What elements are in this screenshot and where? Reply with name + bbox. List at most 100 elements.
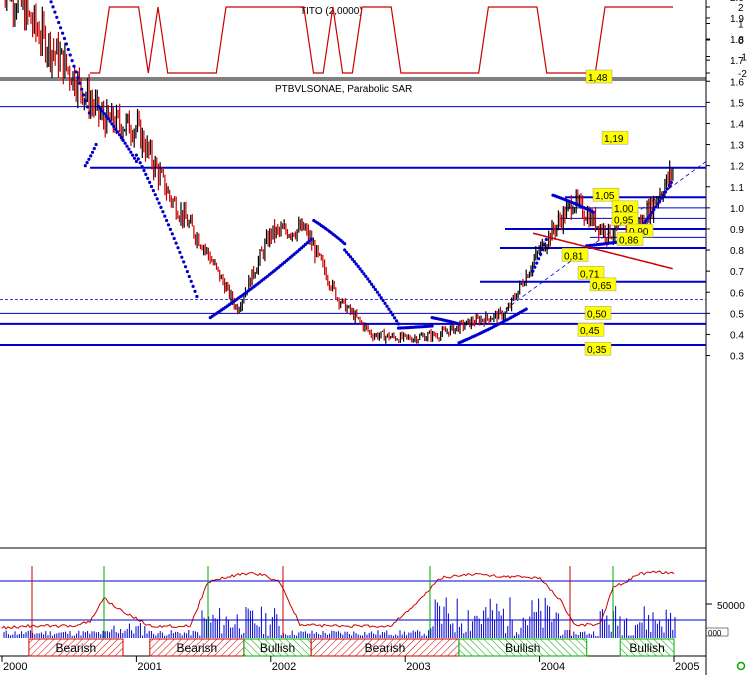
sar-dot: [83, 164, 87, 168]
ma-curve: [532, 232, 673, 270]
sar-dot: [112, 124, 116, 129]
sar-dot: [82, 93, 86, 97]
sar-dot: [117, 133, 122, 137]
sar-dot: [387, 307, 391, 311]
price-tick-label: 1.9: [730, 14, 744, 25]
sar-dot: [94, 142, 98, 147]
volume-bars: [3, 597, 676, 638]
sar-dot: [383, 301, 387, 305]
price-tick-label: 1.5: [730, 98, 744, 109]
level-label: 1,19: [604, 134, 624, 145]
chart-canvas: TITO (2,0000) 210-1-2 PTBVLSONAE, Parabo…: [0, 0, 747, 675]
sar-dot: [92, 146, 96, 151]
sar-dot: [591, 210, 596, 214]
sar-dot: [87, 157, 91, 161]
sar-dot: [180, 255, 184, 259]
tito-line: [90, 6, 673, 74]
volume-panel: Bearish Bearish Bullish Bearish Bullish Bulli…: [0, 566, 745, 657]
sar-dot: [66, 47, 70, 52]
sar-dot: [650, 210, 654, 215]
sar-dot: [57, 20, 61, 25]
sar-dot: [70, 59, 74, 63]
sar-dot: [366, 277, 370, 281]
price-tick-label: 0.4: [730, 330, 744, 341]
sar-dot: [377, 293, 381, 297]
sar-dot: [430, 324, 434, 328]
sar-dot: [343, 242, 347, 246]
sar-dot: [375, 290, 379, 294]
sar-dot: [90, 150, 95, 154]
sar-dot: [125, 144, 129, 148]
sar-dot: [159, 205, 163, 209]
price-tick-label: 0.9: [730, 225, 744, 236]
sar-dot: [134, 153, 138, 157]
sar-dot: [667, 184, 672, 188]
level-label: 1,05: [595, 191, 615, 202]
price-tick-label: 0.8: [730, 246, 744, 257]
price-tick-label: 1.8: [730, 35, 744, 46]
regime-label: Bullish: [505, 641, 540, 655]
sar-dot: [174, 241, 178, 245]
price-tick-label: 1.2: [730, 162, 744, 173]
regime-strip: Bearish Bearish Bullish Bearish Bullish Bulli…: [28, 638, 675, 657]
level-label: 0,35: [587, 345, 607, 356]
tito-tick-label: 2: [738, 3, 744, 14]
x-tick-label: 2004: [541, 661, 565, 673]
sar-dot: [49, 0, 53, 4]
sar-dot: [185, 270, 189, 274]
sar-dot: [370, 282, 374, 286]
sar-dot: [658, 199, 662, 203]
sar-dot: [127, 147, 131, 151]
sar-dot: [132, 156, 137, 160]
sar-dot: [371, 285, 376, 289]
sar-dot: [59, 26, 63, 30]
x-tick-label: 2002: [272, 661, 296, 673]
sar-dot: [656, 202, 660, 206]
sar-dot: [663, 190, 668, 194]
x-tick-label: 2003: [406, 661, 430, 673]
sar-dot: [385, 304, 389, 308]
moving-average: [532, 232, 673, 270]
sar-dot: [373, 287, 377, 292]
sar-dot: [106, 117, 110, 121]
price-tick-label: 1.3: [730, 141, 744, 152]
price-tick-label: 2.0: [730, 0, 744, 4]
volume-tick: 50000: [717, 601, 745, 612]
price-tick-label: 1.7: [730, 56, 744, 67]
price-tick-label: 1.6: [730, 77, 744, 88]
chart-window: TITO (2,0000) 2 1 0 -1 -2 PTBVLSONAE, Parabo…: [0, 0, 753, 675]
sar-dot: [168, 227, 172, 231]
regime-label: Bearish: [56, 641, 97, 655]
sar-dot: [660, 196, 664, 200]
panel-frames: [0, 0, 707, 675]
sar-dot: [110, 122, 114, 126]
price-tick-label: 0.6: [730, 288, 744, 299]
sar-dot: [654, 205, 658, 209]
sar-dot: [138, 161, 142, 165]
sar-dot: [87, 111, 91, 115]
x-tick-label: 2005: [675, 661, 699, 673]
sar-dot: [146, 176, 150, 180]
regime-label: Bearish: [365, 641, 406, 655]
volume-aux-label: 000: [708, 629, 722, 638]
refresh-icon[interactable]: [736, 661, 746, 671]
sar-dot: [189, 279, 193, 283]
sar-dot: [172, 236, 176, 241]
sar-dot: [72, 64, 76, 68]
sar-dot: [644, 219, 648, 223]
sar-dot: [148, 180, 152, 184]
sar-dot: [191, 284, 195, 288]
sar-dot: [457, 322, 461, 326]
sar-dot: [114, 127, 118, 131]
sar-dot: [379, 296, 383, 300]
sar-dot: [661, 193, 666, 197]
sar-dot: [131, 153, 135, 157]
price-tick-label: 0.5: [730, 309, 744, 320]
sar-dot: [540, 247, 545, 252]
sar-dot: [155, 197, 159, 201]
x-axis: 2000 2001 2002 2003 2004 2005: [1, 656, 699, 673]
sar-dot: [176, 246, 180, 250]
sar-dot: [537, 257, 541, 261]
sar-dot: [74, 70, 78, 74]
sar-dot: [195, 294, 199, 299]
